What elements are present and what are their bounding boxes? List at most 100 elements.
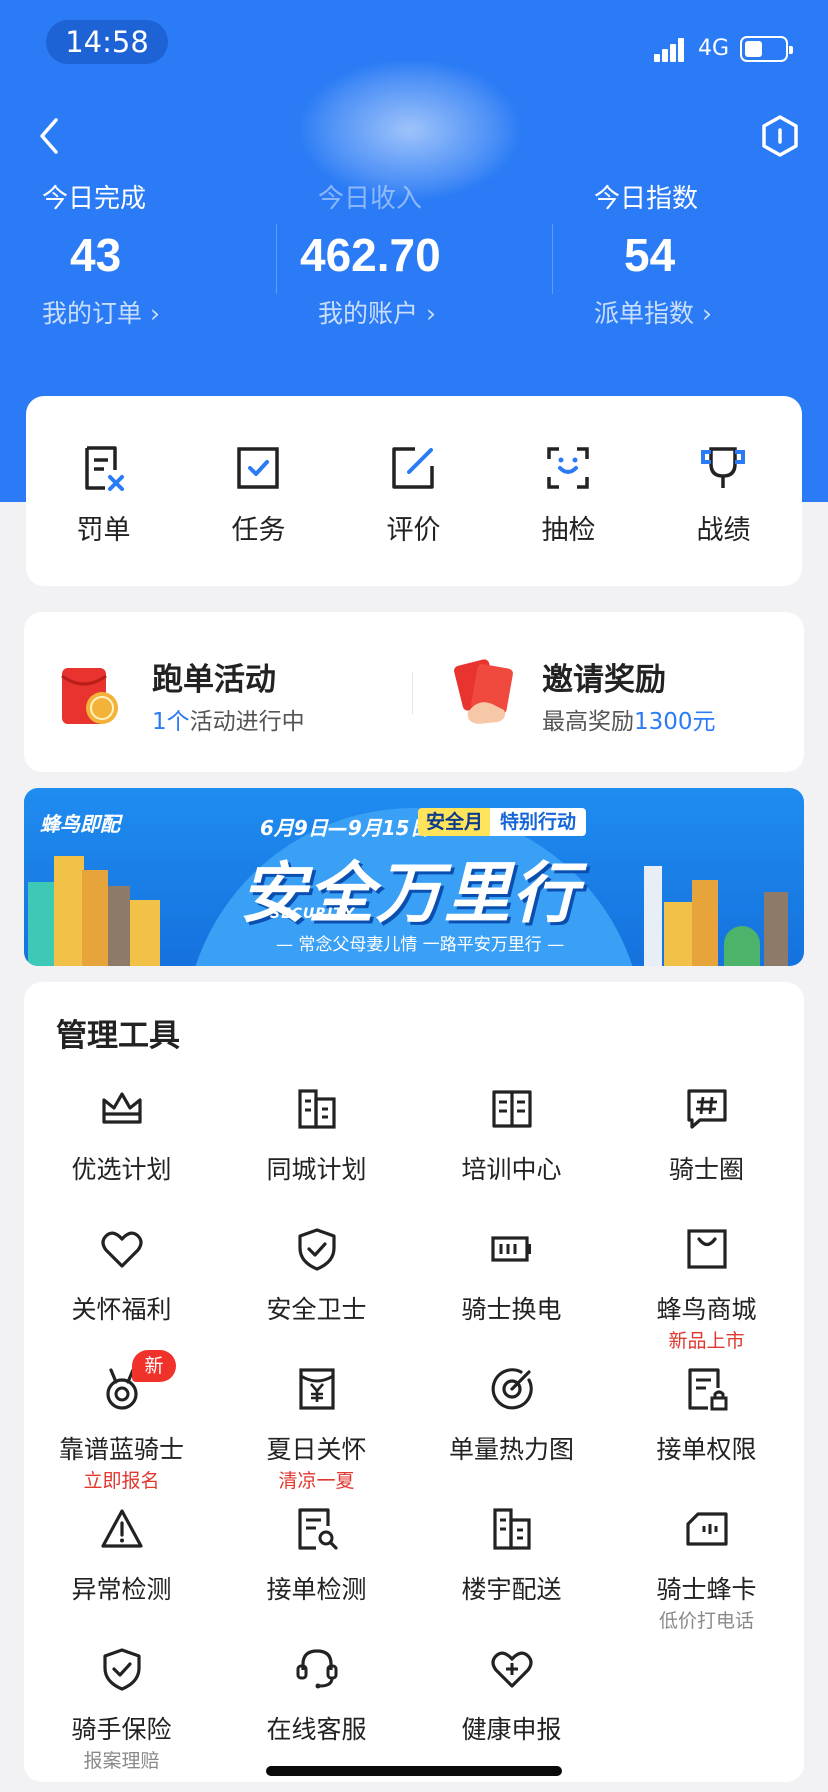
tool-city-plan[interactable]: 同城计划 [219, 1086, 414, 1226]
quick-label: 抽检 [541, 515, 596, 546]
promo-title: 跑单活动 [152, 662, 276, 698]
tool-reliable-blue-knight[interactable]: 新 靠谱蓝骑士 立即报名 [24, 1350, 219, 1506]
new-badge: 新 [132, 1350, 176, 1382]
tool-name: 培训中心 [461, 1155, 562, 1184]
promo-invite-reward[interactable]: 邀请奖励 最高奖励1300元 [414, 612, 804, 772]
banner-tag-safety-month: 安全月 [418, 808, 492, 836]
back-button[interactable] [30, 112, 70, 160]
penalty-icon [85, 446, 124, 491]
banner-tag-special-action: 特别行动 [490, 808, 587, 836]
tool-name: 异常检测 [71, 1575, 172, 1604]
tool-name: 安全卫士 [266, 1295, 367, 1324]
banner-tree [724, 926, 760, 966]
tool-note: 清凉一夏 [278, 1470, 355, 1492]
tool-name: 健康申报 [461, 1715, 562, 1744]
dispatch-index-link[interactable]: 派单指数 › [594, 294, 828, 334]
quick-label: 评价 [386, 515, 441, 546]
heart-plus-icon [491, 1651, 533, 1688]
warning-icon [101, 1509, 143, 1548]
tool-safety-guard[interactable]: 安全卫士 [219, 1226, 414, 1366]
tool-name: 在线客服 [266, 1715, 367, 1744]
tool-order-check[interactable]: 接单检测 [219, 1506, 414, 1646]
quick-label: 任务 [231, 515, 286, 546]
tool-name: 骑士圈 [668, 1155, 744, 1184]
my-account-link[interactable]: 我的账户 › [318, 294, 594, 334]
banner-building [664, 902, 692, 966]
quick-penalty[interactable]: 罚单 [26, 396, 181, 586]
safety-campaign-banner[interactable]: 蜂鸟即配 6月9日—9月15日 安全月 特别行动 安全万里行 SECURITY … [24, 788, 804, 966]
promo-title: 邀请奖励 [542, 662, 666, 698]
tool-order-permission[interactable]: 接单权限 [609, 1366, 804, 1506]
task-check-icon [237, 447, 279, 489]
stat-label: 今日指数 [594, 184, 699, 214]
signal-icon [654, 36, 690, 62]
tool-preferred-plan[interactable]: 优选计划 [24, 1086, 219, 1226]
tool-health-report[interactable]: 健康申报 [414, 1646, 609, 1786]
tool-note: 立即报名 [83, 1470, 160, 1492]
quick-review[interactable]: 评价 [336, 396, 491, 586]
shield-check-icon [298, 1228, 336, 1271]
tool-building-delivery[interactable]: 楼宇配送 [414, 1506, 609, 1646]
heart-icon [101, 1231, 143, 1268]
tool-care-benefits[interactable]: 关怀福利 [24, 1226, 219, 1366]
edit-review-icon [392, 447, 434, 489]
tool-summer-care[interactable]: 夏日关怀 清凉一夏 [219, 1366, 414, 1506]
home-indicator[interactable] [266, 1766, 562, 1776]
banner-building [692, 880, 718, 966]
sim-card-icon [686, 1512, 728, 1546]
tool-name: 靠谱蓝骑士 [58, 1435, 184, 1464]
tool-anomaly-check[interactable]: 异常检测 [24, 1506, 219, 1646]
tool-name: 接单权限 [656, 1435, 757, 1464]
chevron-left-icon [40, 118, 58, 154]
stat-divider [552, 224, 553, 294]
stat-label: 今日收入 [318, 184, 423, 214]
target-icon [491, 1368, 533, 1410]
tool-note: 报案理赔 [83, 1750, 160, 1772]
tool-rider-insurance[interactable]: 骑手保险 报案理赔 [24, 1646, 219, 1786]
tool-name: 蜂鸟商城 [656, 1295, 757, 1324]
banner-brand: 蜂鸟即配 [40, 812, 120, 836]
tool-note: 新品上市 [668, 1330, 745, 1352]
tool-order-heatmap[interactable]: 单量热力图 [414, 1366, 609, 1506]
settings-button[interactable] [756, 112, 804, 160]
tool-online-support[interactable]: 在线客服 [219, 1646, 414, 1786]
tool-note: 低价打电话 [658, 1610, 754, 1632]
tool-name: 同城计划 [266, 1155, 367, 1184]
promo-run-activity[interactable]: 跑单活动 1个活动进行中 [24, 612, 414, 772]
status-time: 14:58 [46, 20, 168, 64]
banner-building [82, 870, 108, 966]
tool-rider-sim-card[interactable]: 骑士蜂卡 低价打电话 [609, 1506, 804, 1646]
shopping-bag-icon [687, 1229, 727, 1269]
tool-rider-circle[interactable]: 骑士圈 [609, 1086, 804, 1226]
management-tools-card: 管理工具 优选计划 同城计划 培训中心 骑士圈 关怀福利 安全卫士 骑士换电 蜂… [24, 982, 804, 1782]
quick-spot-check[interactable]: 抽检 [491, 396, 646, 586]
headset-icon [296, 1649, 338, 1689]
tool-name: 单量热力图 [448, 1435, 574, 1464]
quick-task[interactable]: 任务 [181, 396, 336, 586]
buildings-icon [298, 1089, 336, 1129]
hashtag-chat-icon [687, 1089, 727, 1129]
hexagon-settings-icon [762, 115, 798, 157]
stat-index[interactable]: 今日指数 54 派单指数 › [594, 180, 828, 334]
stat-label: 今日完成 [42, 184, 147, 214]
tool-battery-swap[interactable]: 骑士换电 [414, 1226, 609, 1366]
doc-search-icon [298, 1508, 338, 1550]
stat-value: 54 [624, 229, 676, 281]
tool-name: 夏日关怀 [266, 1435, 367, 1464]
banner-slogan: — 常念父母妻儿情 一路平安万里行 — [276, 935, 565, 955]
promo-divider [412, 672, 413, 714]
yen-envelope-icon [299, 1368, 335, 1410]
today-stats: 今日完成 43 我的订单 › 今日收入 462.70 我的账户 › 今日指数 5… [0, 180, 828, 340]
tool-fengniao-mall[interactable]: 蜂鸟商城 新品上市 [609, 1226, 804, 1366]
tool-training-center[interactable]: 培训中心 [414, 1086, 609, 1226]
tool-name: 优选计划 [71, 1155, 172, 1184]
tool-name: 接单检测 [266, 1575, 367, 1604]
quick-achievements[interactable]: 战绩 [646, 396, 801, 586]
shield-check-icon [103, 1648, 141, 1691]
tool-name: 楼宇配送 [461, 1575, 562, 1604]
tool-name: 骑士换电 [461, 1295, 562, 1324]
office-building-icon [493, 1508, 531, 1550]
tool-name: 骑手保险 [71, 1715, 172, 1744]
banner-building [764, 892, 788, 966]
my-orders-link[interactable]: 我的订单 › [42, 294, 318, 334]
